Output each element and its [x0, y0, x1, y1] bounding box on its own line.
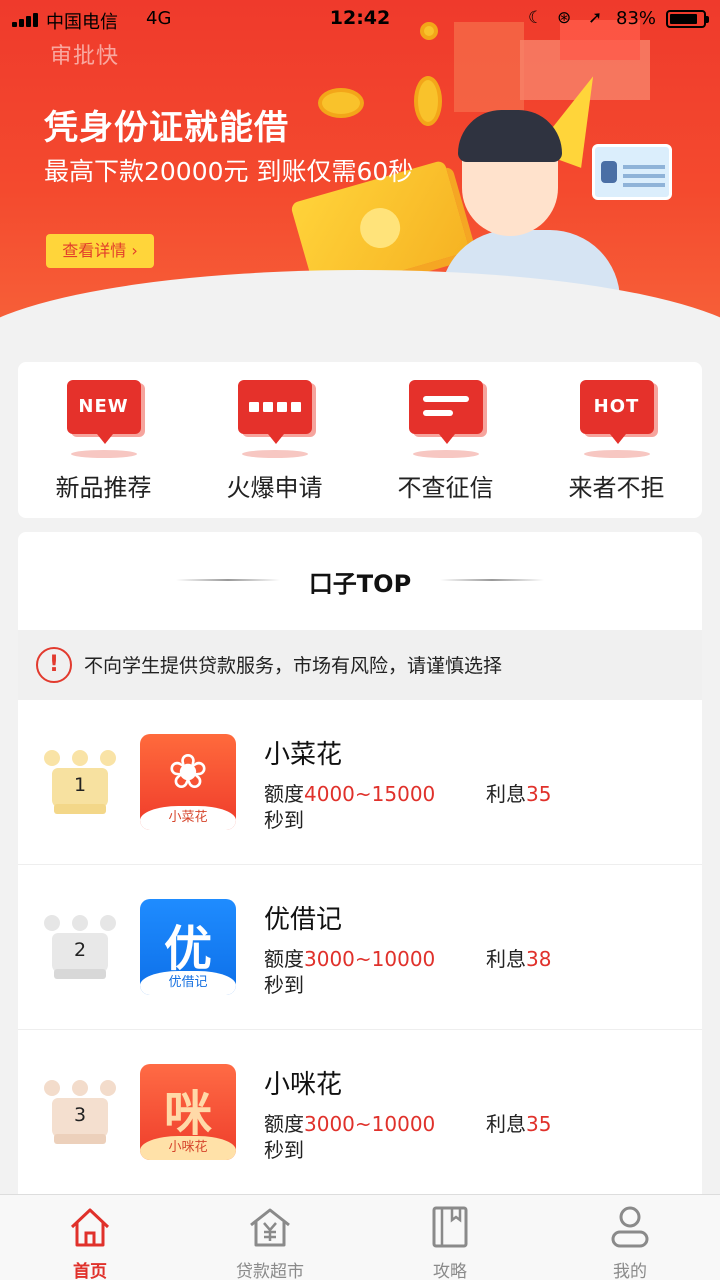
product-name: 小咪花 — [264, 1070, 343, 1100]
banner-brand: 审批快 — [50, 44, 120, 69]
section-header: 口子TOP — [18, 532, 702, 628]
rotation-lock-icon: ⊛ — [557, 8, 572, 28]
coin-decor — [318, 88, 364, 118]
tab-label: 攻略 — [433, 1262, 467, 1280]
product-row[interactable]: 1 ❀ 小菜花 小菜花 额度4000~15000 利息35 秒到 — [18, 700, 702, 865]
status-bar: 中国电信 4G 12:42 ☾ ⊛ ➚ 83% — [0, 0, 720, 40]
product-limit: 额度4000~15000 — [264, 782, 436, 806]
silver-crown-icon: 2 — [44, 915, 116, 981]
product-rate: 利息38 — [486, 947, 552, 971]
category-all-welcome[interactable]: HOT 来者不拒 — [531, 362, 702, 518]
app-icon-caption: 小咪花 — [140, 1136, 236, 1160]
product-name: 小菜花 — [264, 740, 343, 770]
bottom-tab-bar: 首页 贷款超市 攻略 我的 — [0, 1194, 720, 1280]
rank-number: 1 — [73, 774, 87, 796]
top-loans-section: 口子TOP ! 不向学生提供贷款服务，市场有风险，请谨慎选择 1 ❀ 小菜花 小… — [18, 532, 702, 1232]
product-row[interactable]: 2 优 优借记 优借记 额度3000~10000 利息38 秒到 — [18, 865, 702, 1030]
id-card-illustration — [592, 144, 672, 200]
product-speed: 秒到 — [264, 973, 304, 997]
app-icon-caption: 优借记 — [140, 971, 236, 995]
bronze-crown-icon: 3 — [44, 1080, 116, 1146]
product-name: 优借记 — [264, 905, 343, 935]
loan-market-icon — [250, 1208, 290, 1247]
xiaomihua-app-icon: 咪 小咪花 — [140, 1064, 236, 1160]
you-glyph-icon: 优 — [163, 921, 212, 977]
status-time: 12:42 — [329, 7, 391, 29]
lotus-icon: ❀ — [167, 744, 209, 800]
category-label: 火爆申请 — [226, 474, 323, 502]
category-new-products[interactable]: NEW 新品推荐 — [18, 362, 189, 518]
banner-subline: 最高下款20000元 到账仅需60秒 — [44, 157, 414, 186]
home-icon — [70, 1208, 110, 1247]
category-hot-apply[interactable]: 火爆申请 — [189, 362, 360, 518]
tab-home[interactable]: 首页 — [0, 1195, 180, 1280]
battery-icon — [666, 10, 709, 28]
youjieji-app-icon: 优 优借记 — [140, 899, 236, 995]
product-rate: 利息35 — [486, 782, 552, 806]
rank-number: 2 — [73, 939, 87, 961]
tab-label: 我的 — [613, 1262, 647, 1280]
product-limit: 额度3000~10000 — [264, 1112, 436, 1136]
warning-icon: ! — [36, 647, 72, 683]
app-icon-caption: 小菜花 — [140, 806, 236, 830]
coin-decor — [414, 76, 442, 126]
section-title: 口子TOP — [308, 570, 412, 598]
tab-guide[interactable]: 攻略 — [360, 1195, 540, 1280]
moon-icon: ☾ — [528, 8, 544, 28]
tab-label: 贷款超市 — [236, 1262, 304, 1280]
lines-message-icon — [408, 380, 483, 458]
rank-number: 3 — [73, 1104, 87, 1126]
promo-banner[interactable]: 审批快 凭身份证就能借 最高下款20000元 到账仅需60秒 查看详情 › — [0, 0, 720, 345]
product-speed: 秒到 — [264, 1138, 304, 1162]
tab-label: 首页 — [73, 1262, 107, 1280]
product-row[interactable]: 3 咪 小咪花 小咪花 额度3000~10000 利息35 秒到 — [18, 1030, 702, 1195]
view-details-button[interactable]: 查看详情 › — [46, 234, 154, 268]
new-badge-icon: NEW — [66, 380, 141, 458]
notice-text: 不向学生提供贷款服务，市场有风险，请谨慎选择 — [84, 655, 503, 677]
product-limit: 额度3000~10000 — [264, 947, 436, 971]
hot-badge-icon: HOT — [579, 380, 654, 458]
dots-message-icon — [237, 380, 312, 458]
profile-icon — [611, 1206, 649, 1248]
category-shortcuts: NEW 新品推荐 火爆申请 不查征信 HOT 来者不拒 — [18, 362, 702, 518]
tab-loan-market[interactable]: 贷款超市 — [180, 1195, 360, 1280]
location-icon: ➚ — [588, 8, 603, 28]
category-no-credit-check[interactable]: 不查征信 — [360, 362, 531, 518]
category-label: 新品推荐 — [55, 474, 152, 502]
battery-percent: 83% — [616, 8, 657, 29]
category-label: 不查征信 — [397, 474, 494, 502]
xiaocaihua-app-icon: ❀ 小菜花 — [140, 734, 236, 830]
risk-notice: ! 不向学生提供贷款服务，市场有风险，请谨慎选择 — [18, 630, 702, 700]
guide-book-icon — [432, 1206, 468, 1248]
category-label: 来者不拒 — [568, 474, 665, 502]
product-rate: 利息35 — [486, 1112, 552, 1136]
tab-profile[interactable]: 我的 — [540, 1195, 720, 1280]
mi-glyph-icon: 咪 — [163, 1086, 212, 1142]
product-speed: 秒到 — [264, 808, 304, 832]
gold-crown-icon: 1 — [44, 750, 116, 816]
banner-headline: 凭身份证就能借 — [44, 108, 289, 148]
title-divider-right — [440, 579, 544, 581]
